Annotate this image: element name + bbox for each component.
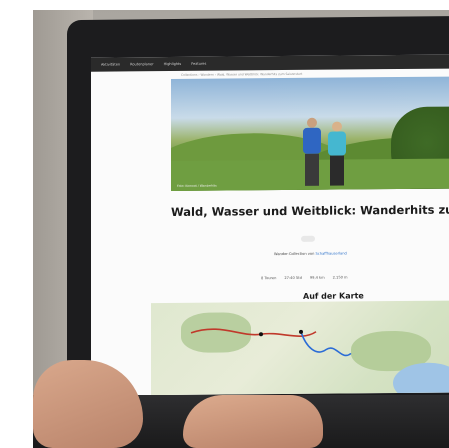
photo-frame: Aktivitäten Routenplaner Highlights Feat… [33, 10, 449, 448]
route-map[interactable]: ◉ ▤ ＋ [151, 300, 449, 396]
stat-distance: 99,4 km [309, 275, 325, 280]
stat-elevation: 2.150 m [332, 275, 348, 280]
toggle-switch[interactable] [301, 235, 315, 242]
author-link[interactable]: Schaffhauserland [316, 251, 347, 255]
top-nav: Aktivitäten Routenplaner Highlights Feat… [91, 54, 449, 72]
route-marker[interactable] [259, 332, 263, 337]
byline-prefix: Wander-Collection von [274, 251, 315, 257]
hiker-woman [327, 121, 347, 186]
nav-item-features[interactable]: Features [191, 62, 206, 66]
laptop-screen: Aktivitäten Routenplaner Highlights Feat… [91, 54, 449, 396]
page-title: Wald, Wasser und Weitblick: Wanderhits z… [171, 202, 449, 220]
hero-image: Foto: Komoot / Wanderhits [171, 76, 449, 192]
stat-duration: 27:40 Std [284, 275, 302, 281]
map-section-title: Auf der Karte [303, 291, 364, 301]
route-marker[interactable] [299, 329, 303, 334]
nav-item-activities[interactable]: Aktivitäten [101, 62, 120, 66]
nav-item-highlights[interactable]: Highlights [164, 62, 182, 66]
nav-item-routeplanner[interactable]: Routenplaner [130, 62, 154, 66]
hero-caption: Foto: Komoot / Wanderhits [177, 183, 217, 188]
hiker-man [301, 117, 323, 186]
collection-byline: Wander-Collection von Schaffhauserland [274, 251, 347, 256]
route-red [190, 328, 317, 337]
right-hand [183, 395, 323, 448]
route-lines [190, 328, 352, 357]
collection-stats: 8 Touren 27:40 Std 99,4 km 2.150 m [261, 275, 348, 280]
stat-tours: 8 Touren [261, 276, 277, 281]
